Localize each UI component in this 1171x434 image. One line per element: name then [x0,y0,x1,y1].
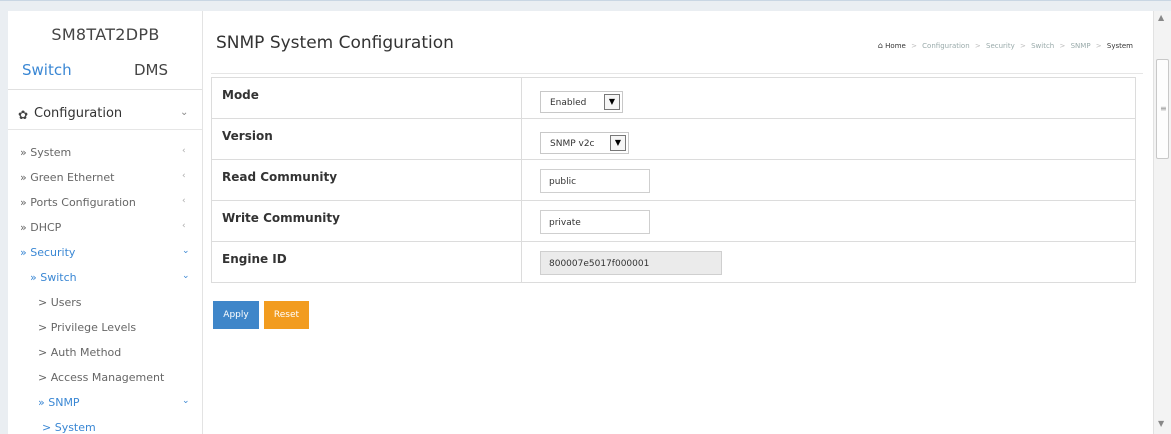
table-row: Mode Enabled ▼ [211,77,1136,119]
scrollbar-thumb[interactable]: ≡ [1156,59,1169,159]
write-community-cell: private [521,200,1136,242]
window-edge [0,1,8,434]
sidebar-item-label: > System [42,421,96,434]
write-community-label: Write Community [211,200,522,242]
sidebar-item-security[interactable]: » Security ⌄ [8,241,202,266]
apply-button[interactable]: Apply [213,301,259,329]
main-content: SNMP System Configuration ⌂ Home > Confi… [203,11,1153,434]
tab-switch[interactable]: Switch [22,61,72,79]
breadcrumb: ⌂ Home > Configuration > Security > Swit… [878,41,1133,50]
table-row: Write Community private [211,200,1136,242]
scroll-up-icon[interactable]: ▲ [1158,13,1164,22]
sidebar-item-label: > Users [38,296,82,309]
sidebar-item-label: » System [20,146,72,159]
sidebar: SM8TAT2DPB Switch DMS ✿ Configuration ⌄ … [8,11,203,434]
app-window: SM8TAT2DPB Switch DMS ✿ Configuration ⌄ … [0,0,1171,434]
breadcrumb-separator: > [1095,42,1102,50]
page-title: SNMP System Configuration [216,33,454,53]
mode-select[interactable]: Enabled ▼ [540,91,623,113]
sidebar-item-ports-configuration[interactable]: » Ports Configuration ‹ [8,191,202,216]
sidebar-tabs: Switch DMS [8,61,202,85]
sidebar-item-snmp[interactable]: » SNMP ⌄ [8,391,202,416]
sidebar-item-label: » Switch [30,271,77,284]
table-row: Engine ID 800007e5017f000001 [211,241,1136,283]
chevron-left-icon: ‹ [182,221,186,231]
sidebar-item-green-ethernet[interactable]: » Green Ethernet ‹ [8,166,202,191]
engine-id-cell: 800007e5017f000001 [521,241,1136,283]
chevron-left-icon: ‹ [182,171,186,181]
breadcrumb-separator: > [1019,42,1026,50]
breadcrumb-security[interactable]: Security [986,42,1015,50]
mode-label: Mode [211,77,522,119]
breadcrumb-snmp[interactable]: SNMP [1071,42,1091,50]
brand-label: SM8TAT2DPB [51,25,160,44]
sidebar-item-snmp-system[interactable]: > System [8,416,202,434]
version-select[interactable]: SNMP v2c ▼ [540,132,629,154]
engine-id-label: Engine ID [211,241,522,283]
breadcrumb-system: System [1106,42,1133,50]
sidebar-section-label: Configuration [34,106,123,121]
sidebar-item-auth-method[interactable]: > Auth Method [8,341,202,366]
reset-button[interactable]: Reset [264,301,309,329]
breadcrumb-separator: > [974,42,981,50]
dropdown-arrow-icon: ▼ [610,135,626,151]
sidebar-item-access-management[interactable]: > Access Management [8,366,202,391]
chevron-down-icon: ⌄ [180,107,189,118]
breadcrumb-switch[interactable]: Switch [1031,42,1054,50]
breadcrumb-home[interactable]: Home [885,42,906,50]
gear-icon: ✿ [18,108,29,122]
version-cell: SNMP v2c ▼ [521,118,1136,160]
sidebar-item-label: > Auth Method [38,346,122,359]
table-row: Read Community public [211,159,1136,201]
sidebar-item-label: » Green Ethernet [20,171,115,184]
grip-icon: ≡ [1160,104,1167,113]
sidebar-item-privilege-levels[interactable]: > Privilege Levels [8,316,202,341]
table-row: Version SNMP v2c ▼ [211,118,1136,160]
read-community-input[interactable]: public [540,169,650,193]
sidebar-section-configuration[interactable]: ✿ Configuration ⌄ [8,100,202,130]
chevron-down-icon: ⌄ [182,396,190,406]
version-label: Version [211,118,522,160]
sidebar-item-label: » DHCP [20,221,62,234]
write-community-input[interactable]: private [540,210,650,234]
version-value: SNMP v2c [550,139,595,149]
sidebar-item-users[interactable]: > Users [8,291,202,316]
breadcrumb-separator: > [1059,42,1066,50]
breadcrumb-separator: > [911,42,917,50]
title-divider [211,73,1143,74]
sidebar-item-label: » SNMP [38,396,80,409]
tab-dms[interactable]: DMS [134,61,168,79]
sidebar-item-label: » Security [20,246,76,259]
engine-id-input[interactable]: 800007e5017f000001 [540,251,722,275]
read-community-cell: public [521,159,1136,201]
sidebar-item-label: > Access Management [38,371,165,384]
sidebar-item-switch[interactable]: » Switch ⌄ [8,266,202,291]
mode-value: Enabled [550,98,587,108]
scroll-down-icon[interactable]: ▼ [1158,419,1164,428]
read-community-label: Read Community [211,159,522,201]
sidebar-item-label: > Privilege Levels [38,321,137,334]
sidebar-item-label: » Ports Configuration [20,196,136,209]
tab-divider [8,89,202,90]
mode-cell: Enabled ▼ [521,77,1136,119]
config-table: Mode Enabled ▼ Version SNMP v2c ▼ Read C… [211,77,1136,283]
chevron-down-icon: ⌄ [182,246,190,256]
dropdown-arrow-icon: ▼ [604,94,620,110]
chevron-left-icon: ‹ [182,196,186,206]
breadcrumb-configuration[interactable]: Configuration [922,42,969,50]
vertical-scrollbar[interactable]: ▲ ≡ ▼ [1153,11,1171,434]
sidebar-item-dhcp[interactable]: » DHCP ‹ [8,216,202,241]
chevron-down-icon: ⌄ [182,271,190,281]
home-icon: ⌂ [877,41,883,50]
chevron-left-icon: ‹ [182,146,186,156]
sidebar-item-system[interactable]: » System ‹ [8,141,202,166]
